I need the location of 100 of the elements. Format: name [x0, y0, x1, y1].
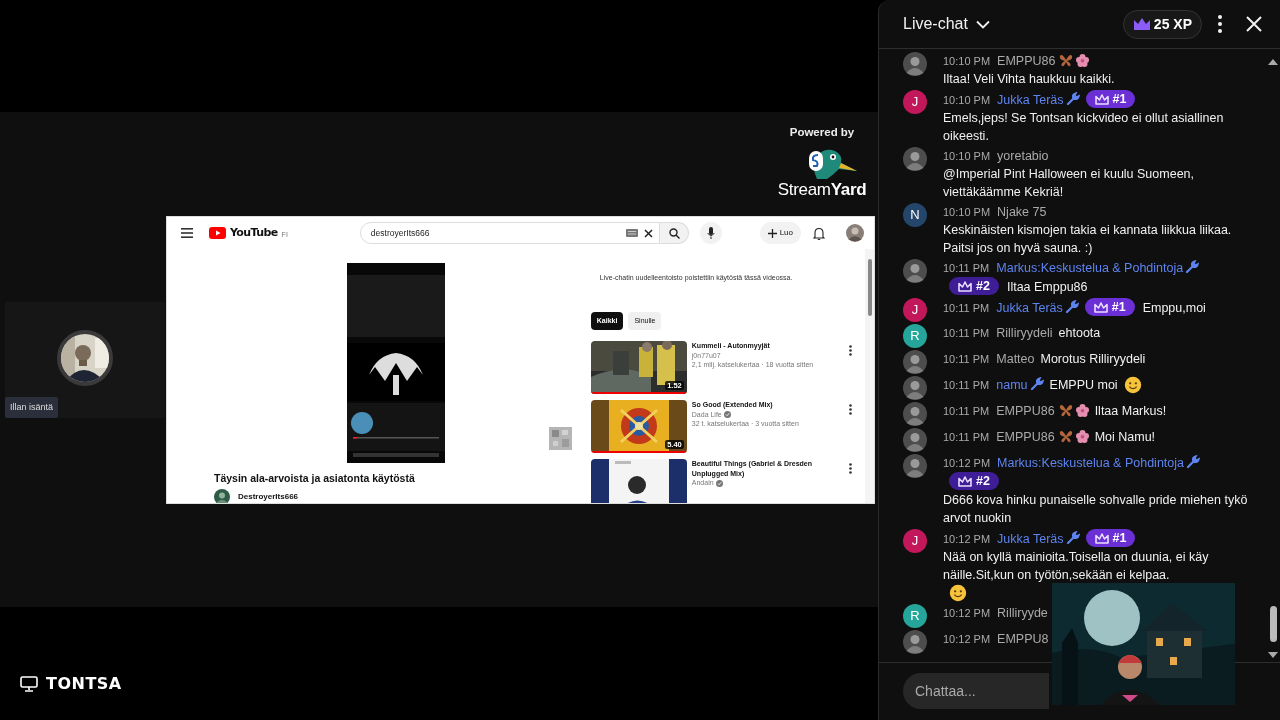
scroll-up-icon[interactable]: [1268, 59, 1278, 65]
video-title: Täysin ala-arvoista ja asiatonta käytöstä: [213, 471, 416, 486]
scroll-down-icon[interactable]: [1268, 652, 1278, 658]
message-text: @Imperial Pint Halloween ei kuulu Suomeen, viettäkäämme Kekriä!: [943, 166, 1195, 201]
microphone-button[interactable]: [700, 222, 722, 244]
avatar-icon: [903, 630, 927, 654]
message-text: Iltaa! Veli Vihta haukkuu kaikki.: [943, 71, 1116, 88]
letter-avatar: R: [903, 604, 927, 628]
search-input[interactable]: destroyerIts666: [370, 226, 621, 240]
avatar-icon[interactable]: [846, 224, 864, 242]
play-logo-icon[interactable]: [209, 227, 226, 239]
more-icon[interactable]: [848, 463, 852, 475]
author-name[interactable]: EMPPU8: [997, 632, 1049, 646]
letter-avatar: J: [903, 529, 927, 553]
letter-avatar: J: [903, 90, 927, 114]
xp-button[interactable]: 25 XP: [1122, 9, 1202, 39]
wrench-icon: [1185, 260, 1200, 274]
more-icon: [1218, 15, 1222, 33]
youtube-logo-text[interactable]: YouTube: [230, 224, 278, 242]
message-text: Emppu,moi: [1142, 301, 1206, 315]
author-name[interactable]: Rilliryyde: [997, 606, 1048, 620]
message-text: Iltaa Markus!: [1094, 404, 1167, 418]
chat-input[interactable]: Chattaa...: [903, 673, 1049, 709]
timestamp: 10:12 PM: [943, 633, 991, 645]
author-name[interactable]: Markus:Keskustelua & Pohdintoja: [996, 261, 1184, 275]
author-name[interactable]: Jukka Teräs: [996, 301, 1063, 315]
author-name[interactable]: namu: [996, 378, 1028, 392]
more-icon[interactable]: [848, 404, 852, 416]
monitor-icon: [20, 675, 38, 692]
rank-text: #1: [1111, 299, 1126, 316]
avatar-icon: [903, 259, 927, 283]
rank-text: #1: [1112, 530, 1127, 547]
author-name[interactable]: Rilliryydeli: [996, 326, 1053, 340]
author-name[interactable]: Markus:Keskustelua & Pohdintoja: [997, 456, 1184, 470]
wrench-icon: [1064, 300, 1079, 314]
flower-icon: [1075, 404, 1089, 417]
message-text: D666 kova hinku punaiselle sohvalle pride miehen tykö arvot nuokin: [943, 492, 1249, 527]
butterfly-icon: [1058, 430, 1073, 443]
clear-icon[interactable]: [644, 228, 654, 238]
scroll-thumb[interactable]: [1269, 606, 1277, 642]
timestamp: 10:10 PM: [943, 150, 991, 162]
message-text: Morotus Rilliryydeli: [1040, 352, 1146, 366]
message-text: ehtoota: [1058, 326, 1101, 340]
author-name[interactable]: EMPPU86: [996, 404, 1055, 418]
streamyard-wordmark: StreamYard: [777, 181, 867, 199]
more-button[interactable]: [1218, 15, 1222, 33]
flower-icon: [1075, 430, 1089, 443]
rank-text: #2: [976, 473, 990, 490]
author-name[interactable]: EMPPU86: [997, 54, 1056, 68]
more-icon[interactable]: [848, 345, 852, 357]
author-name[interactable]: Jukka Teräs: [997, 532, 1064, 546]
close-icon: [1246, 16, 1262, 32]
search-icon: [668, 227, 680, 239]
avatar-icon[interactable]: [214, 488, 230, 503]
plus-icon: [767, 228, 777, 238]
letter-avatar: N: [903, 203, 927, 227]
timestamp: 10:12 PM: [943, 607, 991, 619]
timestamp: 10:11 PM: [943, 431, 990, 443]
search-button[interactable]: [660, 222, 690, 244]
letter-avatar: R: [903, 324, 927, 348]
timestamp: 10:10 PM: [943, 55, 991, 67]
rank-text: #2: [976, 278, 990, 295]
message-text: Emels,jeps! Se Tontsan kickvideo ei ollut asiallinen oikeesti.: [943, 110, 1225, 145]
crown-icon: [957, 474, 973, 488]
crown-icon: [1092, 300, 1109, 314]
scroll-thumb[interactable]: [867, 259, 872, 316]
timestamp: 10:12 PM: [943, 457, 991, 469]
timestamp: 10:11 PM: [943, 353, 990, 365]
avatar-icon: [903, 454, 927, 478]
avatar-icon: [903, 376, 927, 400]
close-button[interactable]: [1246, 16, 1262, 32]
author-name[interactable]: Matteo: [996, 352, 1035, 366]
channel-name[interactable]: DestroyerIts666: [238, 490, 299, 503]
crown-icon: [1132, 17, 1151, 31]
name-tag: Illan isäntä: [5, 396, 59, 418]
letter-avatar: J: [903, 298, 927, 322]
avatar-icon: [903, 350, 927, 374]
message-text: EMPPU moi: [1049, 378, 1118, 392]
author-name[interactable]: EMPPU86: [996, 430, 1055, 444]
notifications-icon[interactable]: [813, 226, 825, 240]
powered-by-text: Powered by: [789, 125, 855, 140]
author-name[interactable]: yoretabio: [997, 149, 1049, 163]
chat-mode-dropdown[interactable]: Live-chat: [903, 12, 990, 36]
timestamp: 10:11 PM: [943, 302, 990, 314]
timestamp: 10:10 PM: [943, 94, 991, 106]
butterfly-icon: [1058, 404, 1073, 417]
author-name[interactable]: Njake 75: [997, 205, 1047, 219]
wrench-icon: [1065, 531, 1080, 545]
duck-logo-icon: [809, 150, 857, 180]
avatar-icon: [903, 147, 927, 171]
author-name[interactable]: Jukka Teräs: [997, 93, 1064, 107]
crown-icon: [1093, 92, 1110, 106]
create-button[interactable]: Luo: [759, 222, 801, 244]
message-text: Iltaa Emppu86: [1006, 280, 1088, 294]
rank-text: #1: [1112, 91, 1127, 108]
keyboard-icon[interactable]: [626, 229, 639, 237]
menu-icon[interactable]: [181, 228, 193, 238]
message-text: Nää on kyllä mainioita.Toisella on duunia, ei käy näille.Sit,kun on työtön,sekään ei kelpaa.: [943, 549, 1210, 584]
wrench-icon: [1065, 92, 1080, 106]
flower-icon: [1076, 54, 1090, 67]
